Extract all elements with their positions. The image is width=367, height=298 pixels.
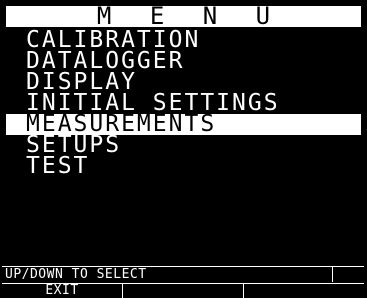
device-screen: M E N U CALIBRATION DATALOGGER DISPLAY I… <box>0 0 367 298</box>
softkey-3[interactable] <box>244 284 364 298</box>
softkey-2[interactable] <box>123 284 244 298</box>
menu-title-bar: M E N U <box>6 2 361 30</box>
status-bar: UP/DOWN TO SELECT <box>2 266 364 282</box>
menu-title: M E N U <box>96 2 283 30</box>
menu-item-test[interactable]: TEST <box>6 155 361 178</box>
status-indicator-area <box>333 267 364 282</box>
menu-list: CALIBRATION DATALOGGER DISPLAY INITIAL S… <box>6 29 361 178</box>
status-hint: UP/DOWN TO SELECT <box>2 267 333 282</box>
softkey-bar: EXIT <box>2 283 364 298</box>
exit-softkey[interactable]: EXIT <box>2 284 123 298</box>
